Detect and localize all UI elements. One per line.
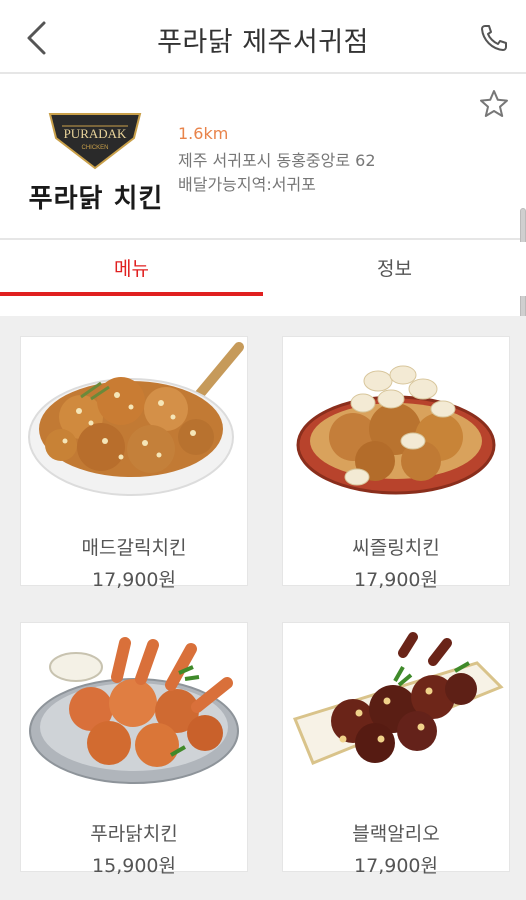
- active-tab-indicator: [0, 292, 263, 296]
- store-logo: PURADAK CHICKEN 푸라닭 치킨: [26, 106, 166, 221]
- store-address: 제주 서귀포시 동홍중앙로 62: [178, 151, 376, 170]
- menu-item-price: 17,900원: [354, 855, 438, 877]
- tab-info[interactable]: 정보: [263, 242, 526, 296]
- menu-item-name: 씨즐링치킨: [352, 537, 440, 559]
- menu-grid: 매드갈릭치킨 17,900원 씨즐링치킨 17,900원 푸라닭치킨 15,90…: [0, 316, 526, 900]
- menu-card[interactable]: 매드갈릭치킨 17,900원: [20, 336, 248, 591]
- menu-item-image: [283, 623, 509, 799]
- menu-card[interactable]: 씨즐링치킨 17,900원: [282, 336, 510, 591]
- menu-item-price: 17,900원: [354, 569, 438, 591]
- menu-card[interactable]: 푸라닭치킨 15,900원: [20, 622, 248, 877]
- menu-item-price: 17,900원: [92, 569, 176, 591]
- menu-item-image: [283, 337, 509, 513]
- menu-item-price: 15,900원: [92, 855, 176, 877]
- store-distance: 1.6km: [178, 124, 229, 143]
- store-details: 1.6km 제주 서귀포시 동홍중앙로 62 배달가능지역:서귀포: [178, 124, 376, 197]
- logo-badge: PURADAK CHICKEN: [48, 113, 142, 170]
- logo-text: 푸라닭 치킨: [28, 184, 164, 214]
- menu-card[interactable]: 블랙알리오 17,900원: [282, 622, 510, 877]
- phone-icon: [481, 25, 507, 51]
- menu-item-image: [21, 623, 247, 799]
- menu-item-name: 푸라닭치킨: [90, 823, 178, 845]
- star-outline-icon: [480, 90, 508, 117]
- menu-item-name: 매드갈릭치킨: [81, 537, 187, 559]
- page-title: 푸라닭 제주서귀점: [157, 27, 369, 58]
- tab-menu[interactable]: 메뉴: [0, 242, 263, 296]
- favorite-button[interactable]: [478, 88, 510, 120]
- svg-text:CHICKEN: CHICKEN: [81, 145, 108, 151]
- menu-item-image: [21, 337, 247, 513]
- app-header: 푸라닭 제주서귀점: [0, 0, 526, 74]
- tab-bar: 메뉴 정보: [0, 242, 526, 296]
- svg-text:PURADAK: PURADAK: [64, 126, 127, 141]
- call-button[interactable]: [474, 18, 514, 58]
- store-info: PURADAK CHICKEN 푸라닭 치킨 1.6km 제주 서귀포시 동홍중…: [0, 76, 526, 240]
- menu-item-name: 블랙알리오: [352, 823, 440, 845]
- delivery-area: 배달가능지역:서귀포: [178, 175, 316, 194]
